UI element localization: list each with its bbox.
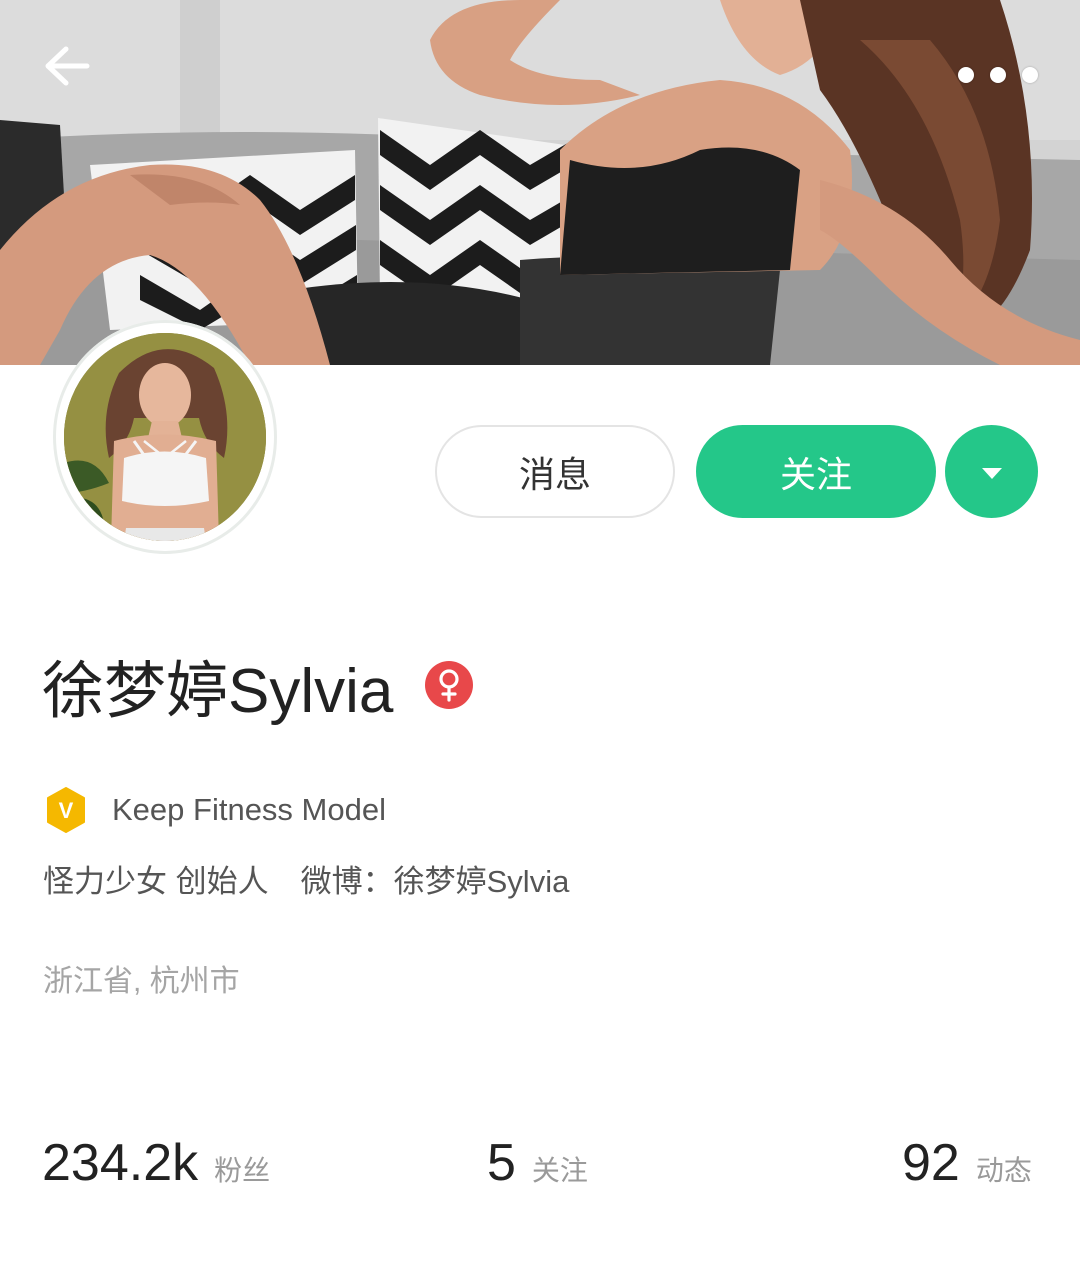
bio-weibo: 微博：徐梦婷Sylvia bbox=[300, 864, 570, 899]
fans-count: 234.2k bbox=[42, 1134, 199, 1192]
follow-button-label: 关注 bbox=[779, 453, 852, 495]
more-dots-icon bbox=[1022, 67, 1038, 83]
name-row: 徐梦婷Sylvia bbox=[42, 645, 474, 726]
more-options-button[interactable] bbox=[958, 52, 1038, 98]
posts-label: 动态 bbox=[975, 1155, 1032, 1186]
verified-badge-letter: V bbox=[59, 798, 74, 823]
arrow-left-icon bbox=[45, 46, 90, 86]
avatar-photo bbox=[64, 333, 266, 541]
message-button-label: 消息 bbox=[518, 453, 591, 495]
cover-photo bbox=[0, 0, 1080, 365]
fans-label: 粉丝 bbox=[214, 1155, 271, 1186]
caret-down-icon bbox=[981, 467, 1002, 479]
bio-title: 怪力少女 创始人 bbox=[43, 864, 269, 899]
posts-count: 92 bbox=[902, 1134, 960, 1192]
verification-row: V Keep Fitness Model bbox=[42, 785, 386, 835]
verified-badge-icon: V bbox=[47, 787, 85, 833]
bio: 怪力少女 创始人 微博：徐梦婷Sylvia bbox=[43, 856, 569, 901]
cover-photo-art bbox=[0, 0, 1080, 365]
female-icon bbox=[425, 661, 474, 709]
verification-label: Keep Fitness Model bbox=[112, 792, 386, 827]
follow-button[interactable]: 关注 bbox=[696, 425, 936, 518]
stat-following[interactable]: 5 关注 bbox=[487, 1133, 588, 1203]
message-button[interactable]: 消息 bbox=[435, 425, 675, 518]
following-count: 5 bbox=[487, 1134, 516, 1192]
stat-fans[interactable]: 234.2k 粉丝 bbox=[42, 1133, 270, 1203]
location: 浙江省, 杭州市 bbox=[43, 965, 240, 998]
back-button[interactable] bbox=[44, 46, 106, 108]
follow-dropdown-button[interactable] bbox=[945, 425, 1038, 518]
more-dots-icon bbox=[990, 67, 1006, 83]
more-dots-icon bbox=[958, 67, 974, 83]
profile-name: 徐梦婷Sylvia bbox=[42, 657, 394, 726]
avatar[interactable] bbox=[64, 333, 266, 541]
following-label: 关注 bbox=[531, 1155, 588, 1186]
profile-page: 消息 关注 徐梦婷Sylvia V Keep Fitness Model 怪力少… bbox=[0, 0, 1080, 1262]
stat-posts[interactable]: 92 动态 bbox=[902, 1133, 1032, 1203]
